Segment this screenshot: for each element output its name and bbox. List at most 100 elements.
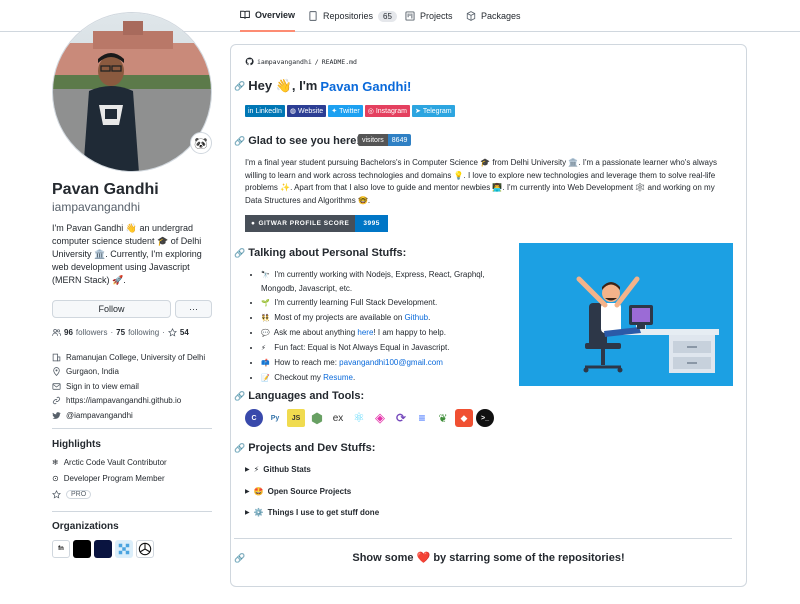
book-icon xyxy=(240,10,250,19)
heading-text: Languages and Tools: xyxy=(248,390,365,402)
readme-path-user[interactable]: iampavangandhi xyxy=(257,58,312,66)
tab-overview[interactable]: Overview xyxy=(240,0,296,32)
detail-email[interactable]: Sign in to view email xyxy=(52,379,205,394)
highlight-arctic[interactable]: ❄ Arctic Code Vault Contributor xyxy=(52,458,167,467)
more-button[interactable]: ··· xyxy=(175,300,212,318)
organizations-title: Organizations xyxy=(52,521,119,532)
highlight-developer[interactable]: ⊙ Developer Program Member xyxy=(52,474,165,483)
detail-twitter[interactable]: @iampavangandhi xyxy=(52,408,205,423)
linkedin-badge[interactable]: in LinkedIn xyxy=(245,105,285,117)
heading-text: Projects and Dev Stuffs: xyxy=(248,442,376,454)
terminal-icon[interactable]: >_ xyxy=(476,409,494,427)
tab-packages[interactable]: Packages xyxy=(466,0,521,32)
summary-tools[interactable]: ▶ ⚙️ Things I use to get stuff done xyxy=(245,508,379,517)
detail-location: Gurgaon, India xyxy=(52,365,205,380)
avatar[interactable] xyxy=(52,12,212,172)
lightning-icon: ⚡ xyxy=(253,465,260,474)
heading-text: Talking about Personal Stuffs: xyxy=(248,247,407,259)
resume-link[interactable]: Resume xyxy=(323,373,353,382)
memo-icon: 📝 xyxy=(261,374,270,382)
javascript-icon[interactable]: JS xyxy=(287,409,305,427)
org-avatar-fn[interactable]: fn xyxy=(52,540,70,558)
anchor-link-icon[interactable]: 🔗 xyxy=(234,391,245,402)
people-icon xyxy=(52,329,61,336)
list-item: 📫 How to reach me: pavangandhi100@gmail.… xyxy=(261,357,501,371)
list-item-suffix: . xyxy=(352,372,356,382)
c-icon[interactable]: C xyxy=(245,409,263,427)
intro-paragraph: I'm a final year student pursuing Bachel… xyxy=(245,158,718,205)
star-icon xyxy=(167,328,177,337)
website-badge[interactable]: ◍ Website xyxy=(286,105,327,117)
redux-icon[interactable]: ⟳ xyxy=(392,409,410,427)
telegram-badge[interactable]: ➤ Telegram xyxy=(411,105,455,117)
telescope-icon: 🔭 xyxy=(261,272,270,279)
highlight-text: Arctic Code Vault Contributor xyxy=(63,458,167,467)
link-icon xyxy=(52,397,61,405)
express-icon[interactable]: ex xyxy=(329,409,347,427)
heart-icon: ❤️ xyxy=(416,552,431,564)
instagram-badge[interactable]: ◎ Instagram xyxy=(364,105,410,117)
highlight-text: Developer Program Member xyxy=(63,474,165,483)
python-icon[interactable]: Py xyxy=(266,409,284,427)
sidebar-divider xyxy=(52,428,212,429)
followers-count[interactable]: 96 xyxy=(64,328,73,337)
anchor-link-icon[interactable]: 🔗 xyxy=(234,248,245,259)
git-icon[interactable]: ◆ xyxy=(455,409,473,427)
graphql-icon[interactable]: ◈ xyxy=(371,409,389,427)
summary-github-stats[interactable]: ▶ ⚡ Github Stats xyxy=(245,465,311,474)
repo-count-badge: 65 xyxy=(378,10,397,22)
email-link[interactable]: pavangandhi100@gmail.com xyxy=(339,358,443,367)
tab-repositories[interactable]: Repositories 65 xyxy=(308,0,397,32)
list-item: 👯 Most of my projects are available on G… xyxy=(261,312,501,326)
nodejs-icon[interactable]: ⬢ xyxy=(308,409,326,427)
twitter-badge[interactable]: ✦ Twitter xyxy=(328,105,363,117)
follow-button[interactable]: Follow xyxy=(52,300,171,318)
org-logo-icon xyxy=(118,543,130,555)
heading-prefix: Hey 👋, I'm xyxy=(248,78,318,93)
here-link[interactable]: here xyxy=(357,328,373,337)
organizations-list: fn xyxy=(52,540,154,558)
github-link[interactable]: Github xyxy=(405,313,429,322)
stars-count[interactable]: 54 xyxy=(180,328,189,337)
globe-icon: ◍ xyxy=(289,108,297,115)
following-label[interactable]: following xyxy=(128,328,159,337)
list-item-text: I'm currently working with Nodejs, Expre… xyxy=(261,270,485,293)
org-avatar-star[interactable] xyxy=(136,540,154,558)
detail-text[interactable]: @iampavangandhi xyxy=(66,411,133,420)
detail-website[interactable]: https://iampavangandhi.github.io xyxy=(52,394,205,409)
react-icon[interactable]: ⚛ xyxy=(350,409,368,427)
list-item-suffix: . xyxy=(428,312,431,322)
readme-card: iampavangandhi / README.md 🔗 Hey 👋, I'm … xyxy=(230,44,747,587)
visitors-count: 8649 xyxy=(387,134,412,146)
star-icon xyxy=(52,490,61,499)
org-avatar-blue[interactable] xyxy=(115,540,133,558)
detail-organization: Ramanujan College, University of Delhi xyxy=(52,350,205,365)
personal-stuffs-list: 🔭 I'm currently working with Nodejs, Exp… xyxy=(261,269,501,387)
anchor-link-icon[interactable]: 🔗 xyxy=(234,136,245,147)
profile-login: iampavangandhi xyxy=(52,200,141,214)
mongodb-icon[interactable]: ❦ xyxy=(434,409,452,427)
org-avatar-dark[interactable] xyxy=(73,540,91,558)
following-count[interactable]: 75 xyxy=(116,328,125,337)
database-icon[interactable]: ≡ xyxy=(413,409,431,427)
highlight-pro[interactable]: PRO xyxy=(52,490,92,499)
summary-open-source[interactable]: ▶ 🤩 Open Source Projects xyxy=(245,487,351,496)
linkedin-icon: in xyxy=(248,107,254,115)
org-avatar-navy[interactable] xyxy=(94,540,112,558)
detail-text[interactable]: Sign in to view email xyxy=(66,382,139,391)
cta-suffix: by starring some of the repositories! xyxy=(433,552,625,564)
summary-label: Open Source Projects xyxy=(267,487,352,496)
followers-label[interactable]: followers xyxy=(76,328,108,337)
anchor-link-icon[interactable]: 🔗 xyxy=(234,443,245,454)
developer-icon: ⊙ xyxy=(52,474,59,483)
detail-text[interactable]: https://iampavangandhi.github.io xyxy=(66,396,181,405)
gitwar-score-badge[interactable]: ● GITWAR PROFILE SCORE 3995 xyxy=(245,215,388,232)
dancers-icon: 👯 xyxy=(261,314,270,322)
mercedes-star-icon xyxy=(138,542,152,556)
status-emoji[interactable]: 🐼 xyxy=(190,132,212,154)
anchor-link-icon[interactable]: 🔗 xyxy=(234,81,245,92)
readme-path-file[interactable]: README.md xyxy=(322,58,357,66)
languages-heading: 🔗 Languages and Tools: xyxy=(234,390,364,402)
follow-stats: 96 followers · 75 following · 54 xyxy=(52,328,189,337)
tab-projects[interactable]: Projects xyxy=(405,0,453,32)
